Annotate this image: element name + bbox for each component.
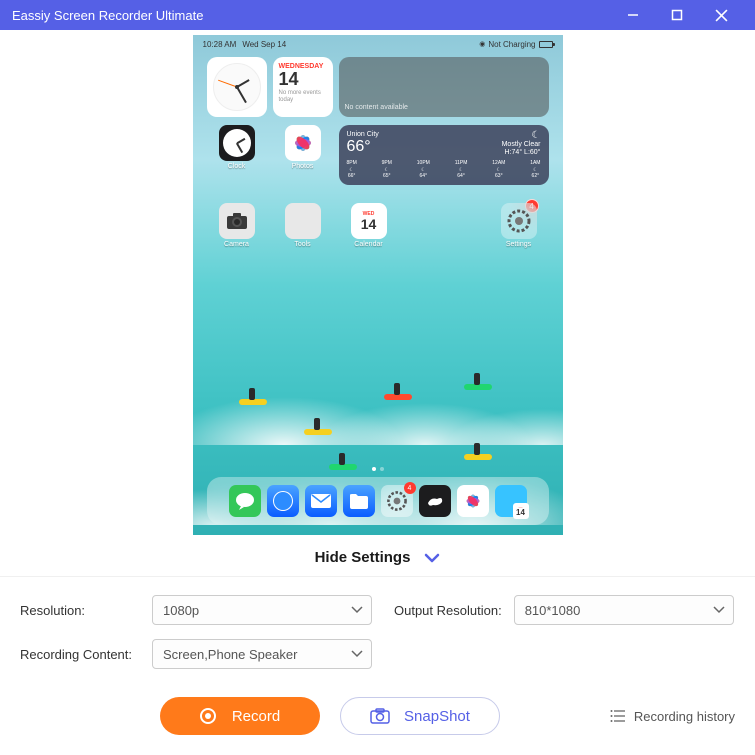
recording-content-value: Screen,Phone Speaker (163, 647, 297, 662)
photos-app[interactable]: Photos (273, 125, 333, 185)
output-resolution-label: Output Resolution: (394, 603, 502, 618)
settings-panel: Resolution: 1080p Output Resolution: 810… (0, 576, 755, 687)
app-title: Eassiy Screen Recorder Ultimate (12, 8, 611, 23)
page-indicator[interactable] (193, 467, 563, 471)
clock-app[interactable]: Clock (207, 125, 267, 185)
minimize-icon (627, 9, 639, 21)
files-app[interactable] (343, 485, 375, 517)
record-button[interactable]: Record (160, 697, 320, 735)
weather-condition: Mostly Clear (502, 141, 541, 149)
clock-icon (219, 125, 255, 161)
hide-settings-label: Hide Settings (315, 549, 411, 566)
recording-history-label: Recording history (634, 709, 735, 724)
record-icon (200, 708, 216, 724)
gear-icon (385, 489, 409, 513)
output-resolution-value: 810*1080 (525, 603, 581, 618)
empty-widget[interactable]: No content available (339, 57, 549, 117)
maximize-button[interactable] (655, 0, 699, 30)
recording-history-link[interactable]: Recording history (610, 709, 735, 724)
dock-settings-badge: 4 (404, 482, 416, 494)
minimize-button[interactable] (611, 0, 655, 30)
close-button[interactable] (699, 0, 743, 30)
calendar-app[interactable]: WED 14 Calendar (339, 203, 399, 248)
titlebar: Eassiy Screen Recorder Ultimate (0, 0, 755, 30)
calendar-label: Calendar (354, 241, 382, 248)
tools-folder[interactable]: Tools (273, 203, 333, 248)
bottom-bar: Record SnapShot Recording history (0, 687, 755, 755)
files-icon (348, 492, 370, 510)
moon-icon: ☾ (502, 130, 541, 141)
record-label: Record (232, 708, 280, 725)
tools-label: Tools (294, 241, 310, 248)
widgets-row: WEDNESDAY 14 No more events today No con… (207, 57, 549, 117)
mail-app[interactable] (305, 485, 337, 517)
resolution-value: 1080p (163, 603, 199, 618)
status-bar: 10:28 AM Wed Sep 14 ◉ Not Charging (193, 35, 563, 53)
dock-photos-app[interactable] (457, 485, 489, 517)
dock-settings-app[interactable]: 4 (381, 485, 413, 517)
recording-content-label: Recording Content: (20, 647, 140, 662)
safari-icon (271, 489, 295, 513)
calendar-day: 14 (279, 70, 327, 88)
chevron-down-icon (713, 606, 725, 614)
recording-content-select[interactable]: Screen,Phone Speaker (152, 639, 372, 669)
preview-area: 10:28 AM Wed Sep 14 ◉ Not Charging WEDNE… (0, 30, 755, 535)
messages-icon (235, 492, 255, 510)
status-date: Wed Sep 14 (242, 40, 286, 49)
resolution-label: Resolution: (20, 603, 140, 618)
battery-icon (539, 41, 553, 48)
gear-icon (501, 203, 537, 239)
folder-icon (285, 203, 321, 239)
empty-widget-text: No content available (345, 104, 408, 111)
chevron-down-icon (351, 650, 363, 658)
snapshot-button[interactable]: SnapShot (340, 697, 500, 735)
camera-label: Camera (224, 241, 249, 248)
weather-forecast: 8PM☾66° 9PM☾65° 10PM☾64° 11PM☾64° 12AM☾6… (347, 160, 541, 180)
status-charging: Not Charging (488, 40, 535, 49)
device-preview: 10:28 AM Wed Sep 14 ◉ Not Charging WEDNE… (193, 35, 563, 535)
maximize-icon (671, 9, 683, 21)
clock-label: Clock (228, 163, 246, 170)
output-resolution-select[interactable]: 810*1080 (514, 595, 734, 625)
mini-calendar-icon: —14 (513, 503, 529, 519)
chevron-down-icon (424, 553, 440, 563)
camera-app[interactable]: Camera (207, 203, 267, 248)
photos-icon (285, 125, 321, 161)
hide-settings-toggle[interactable]: Hide Settings (0, 535, 755, 576)
clock-face-icon (213, 63, 261, 111)
status-time: 10:28 AM (203, 40, 237, 49)
dock: 4 —14 (207, 477, 549, 525)
weather-widget[interactable]: Union City 66° ☾ Mostly Clear H:74° L:60… (339, 125, 549, 185)
list-icon (610, 709, 626, 723)
camera-icon (219, 203, 255, 239)
calendar-widget[interactable]: WEDNESDAY 14 No more events today (273, 57, 333, 117)
settings-app[interactable]: 4 Settings (489, 203, 549, 248)
wifi-icon: ◉ (479, 40, 485, 48)
calendar-icon: WED 14 (351, 203, 387, 239)
photos-label: Photos (292, 163, 314, 170)
bird-icon (425, 493, 445, 509)
chevron-down-icon (351, 606, 363, 614)
snapshot-label: SnapShot (404, 708, 470, 725)
settings-label: Settings (506, 241, 531, 248)
apps-row-2: Clock Photos Union City 66° ☾ Mostly Cle… (207, 125, 549, 185)
resolution-select[interactable]: 1080p (152, 595, 372, 625)
photos-icon (461, 489, 485, 513)
safari-app[interactable] (267, 485, 299, 517)
widgets-app[interactable]: —14 (495, 485, 527, 517)
apps-row-3: Camera Tools WED 14 Calendar 4 (207, 203, 549, 248)
clock-widget[interactable] (207, 57, 267, 117)
game-app[interactable] (419, 485, 451, 517)
mail-icon (310, 493, 332, 509)
camera-icon (370, 708, 390, 724)
weather-city: Union City (347, 131, 379, 138)
messages-app[interactable] (229, 485, 261, 517)
calendar-note: No more events today (279, 90, 327, 104)
weather-hilo: H:74° L:60° (502, 149, 541, 157)
weather-temp: 66° (347, 138, 379, 156)
close-icon (715, 9, 728, 22)
